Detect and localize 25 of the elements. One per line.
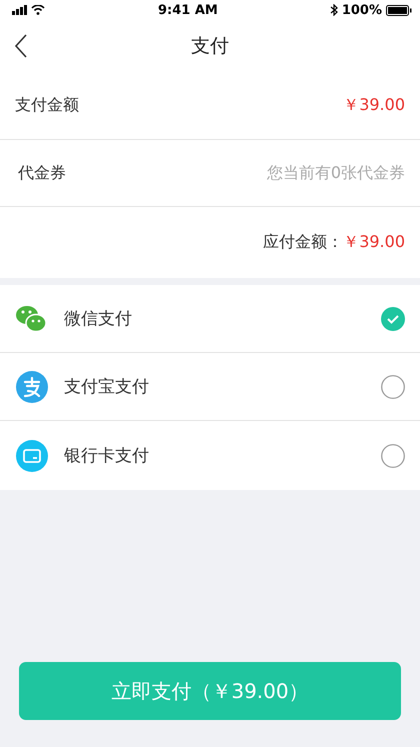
radio-button[interactable] <box>381 374 405 398</box>
status-time: 9:41 AM <box>158 2 218 18</box>
alipay-icon <box>16 370 48 402</box>
radio-button[interactable] <box>381 444 405 468</box>
option-label: 银行卡支付 <box>64 445 150 467</box>
payment-option[interactable]: 微信支付 <box>0 285 420 353</box>
battery-icon <box>386 4 412 16</box>
option-label: 支付宝支付 <box>64 376 150 398</box>
payment-option[interactable]: 支付宝支付 <box>0 353 420 421</box>
option-label: 微信支付 <box>64 308 133 330</box>
payment-option[interactable]: 银行卡支付 <box>0 421 420 490</box>
payable-amount: ￥39.00 <box>343 232 405 253</box>
amount-value: ￥39.00 <box>343 95 405 116</box>
chat-bubbles-icon <box>15 304 48 332</box>
row-label: 代金券 <box>18 162 66 184</box>
card-icon <box>16 440 48 472</box>
coupon-hint: 您当前有0张代金券 <box>266 162 405 184</box>
battery-percent: 100% <box>342 2 382 18</box>
page-title: 支付 <box>191 34 229 59</box>
signal-wifi-icon <box>12 5 46 15</box>
bluetooth-icon <box>330 4 338 16</box>
checked-radio[interactable] <box>381 306 405 330</box>
payable-label: 应付金额： <box>263 232 344 253</box>
row-label: 支付金额 <box>15 95 79 116</box>
back-icon[interactable] <box>14 34 28 58</box>
